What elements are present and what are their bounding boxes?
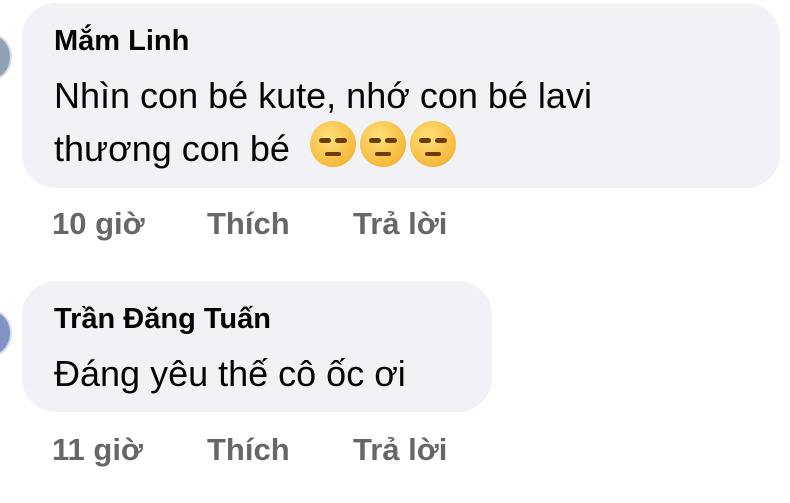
comment-timestamp[interactable]: 10 giờ (52, 206, 145, 242)
comment-text-line-content: thương con bé (54, 128, 290, 169)
unamused-face-icon (309, 121, 356, 167)
emoji-group (309, 121, 460, 180)
avatar[interactable] (0, 34, 12, 80)
unamused-face-icon (359, 121, 406, 167)
reply-button[interactable]: Trả lời (353, 206, 447, 242)
like-button[interactable]: Thích (207, 206, 290, 242)
comment-bubble: Mắm Linh Nhìn con bé kute, nhớ con bé la… (22, 3, 780, 188)
comment-timestamp[interactable]: 11 giờ (52, 432, 143, 468)
comment-text-line: thương con bé (54, 121, 460, 180)
unamused-face-icon (409, 121, 456, 167)
comment-text-line: Nhìn con bé kute, nhớ con bé lavi (54, 75, 592, 116)
reply-button[interactable]: Trả lời (353, 432, 447, 468)
comment-author[interactable]: Trần Đăng Tuấn (54, 303, 271, 336)
comment-bubble: Trần Đăng Tuấn Đáng yêu thế cô ốc ơi (22, 281, 492, 412)
comment-text-line: Đáng yêu thế cô ốc ơi (54, 353, 406, 394)
like-button[interactable]: Thích (207, 432, 290, 468)
avatar[interactable] (0, 310, 12, 356)
comment-author[interactable]: Mắm Linh (54, 25, 189, 58)
